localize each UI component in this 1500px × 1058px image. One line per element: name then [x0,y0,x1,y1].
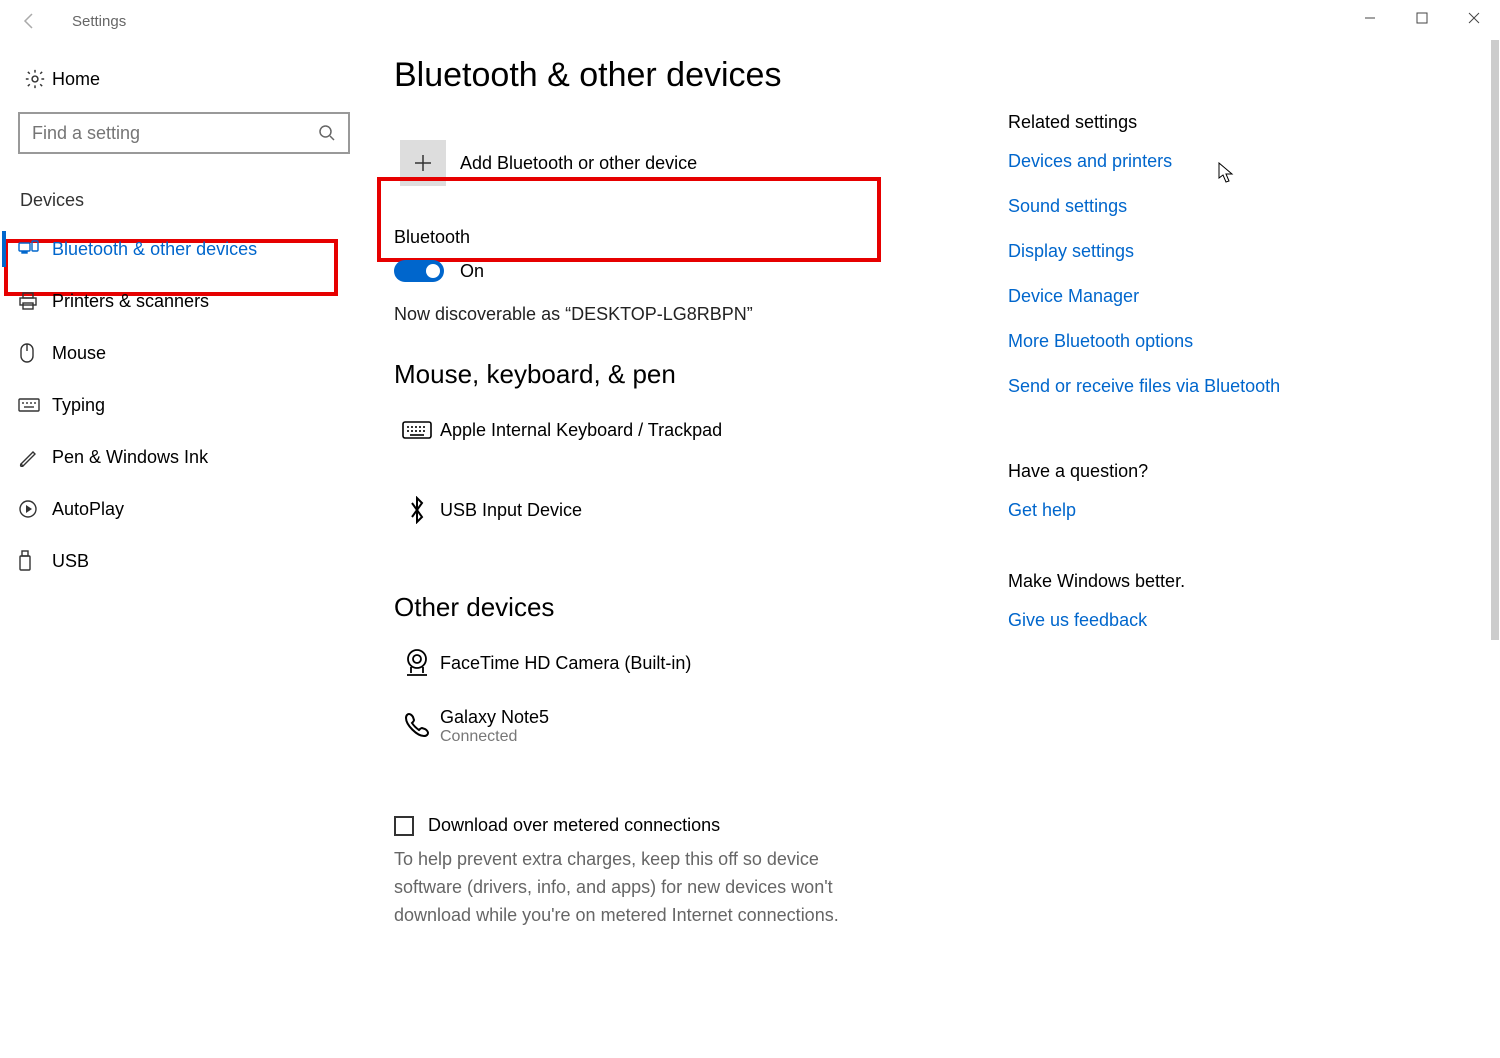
discoverable-text: Now discoverable as “DESKTOP-LG8RBPN” [394,304,954,325]
link-send-receive-bt[interactable]: Send or receive files via Bluetooth [1008,376,1288,397]
section-other-devices: Other devices [394,592,954,623]
link-device-manager[interactable]: Device Manager [1008,286,1288,307]
page-title: Bluetooth & other devices [394,56,954,95]
device-name: Galaxy Note5 [440,707,549,728]
back-button[interactable] [10,12,50,30]
sidebar-item-autoplay[interactable]: AutoPlay [2,483,362,535]
device-name: FaceTime HD Camera (Built-in) [440,653,691,674]
sidebar-item-label: Bluetooth & other devices [52,239,257,260]
related-settings-heading: Related settings [1008,112,1288,133]
device-item[interactable]: Apple Internal Keyboard / Trackpad [394,404,954,456]
sidebar-home[interactable]: Home [2,60,362,98]
window-title: Settings [50,13,126,30]
device-item[interactable]: Galaxy Note5 Connected [394,707,954,759]
question-heading: Have a question? [1008,461,1288,482]
sidebar-item-label: Mouse [52,343,106,364]
sidebar-item-label: AutoPlay [52,499,124,520]
device-item[interactable]: FaceTime HD Camera (Built-in) [394,637,954,689]
mouse-icon [18,342,52,364]
device-name: Apple Internal Keyboard / Trackpad [440,420,722,441]
metered-help-text: To help prevent extra charges, keep this… [394,846,874,930]
improve-heading: Make Windows better. [1008,571,1288,592]
autoplay-icon [18,499,52,519]
main-content: Bluetooth & other devices Add Bluetooth … [394,56,954,930]
sidebar-item-printers[interactable]: Printers & scanners [2,275,362,327]
plus-icon [400,140,446,186]
phone-icon [394,707,440,739]
add-device-button[interactable]: Add Bluetooth or other device [394,125,880,201]
search-icon [318,124,336,142]
minimize-button[interactable] [1344,0,1396,36]
close-button[interactable] [1448,0,1500,36]
link-more-bluetooth[interactable]: More Bluetooth options [1008,331,1288,352]
bluetooth-icon [394,496,440,524]
keyboard-icon [394,419,440,441]
search-field[interactable] [32,123,292,144]
bluetooth-devices-icon [18,239,52,259]
section-mouse-keyboard-pen: Mouse, keyboard, & pen [394,359,954,390]
sidebar-group-label: Devices [2,154,362,223]
metered-checkbox-row[interactable]: Download over metered connections [394,815,954,836]
link-sound-settings[interactable]: Sound settings [1008,196,1288,217]
pen-icon [18,447,52,467]
bluetooth-toggle[interactable] [394,260,444,282]
link-get-help[interactable]: Get help [1008,500,1288,521]
right-panel: Related settings Devices and printers So… [1008,112,1288,655]
bluetooth-heading: Bluetooth [394,227,954,248]
metered-checkbox-label: Download over metered connections [428,815,720,836]
device-status: Connected [440,728,549,746]
scrollbar[interactable] [1491,40,1499,640]
link-devices-printers[interactable]: Devices and printers [1008,151,1288,172]
maximize-button[interactable] [1396,0,1448,36]
sidebar-home-label: Home [52,69,100,90]
device-item[interactable]: USB Input Device [394,484,954,536]
link-feedback[interactable]: Give us feedback [1008,610,1288,631]
sidebar-item-label: USB [52,551,89,572]
device-name: USB Input Device [440,500,582,521]
printer-icon [18,291,52,311]
sidebar-item-label: Pen & Windows Ink [52,447,208,468]
camera-icon [394,647,440,679]
checkbox[interactable] [394,816,414,836]
link-display-settings[interactable]: Display settings [1008,241,1288,262]
sidebar-item-usb[interactable]: USB [2,535,362,587]
sidebar-item-label: Printers & scanners [52,291,209,312]
sidebar-item-typing[interactable]: Typing [2,379,362,431]
search-input[interactable] [18,112,350,154]
usb-icon [18,550,52,572]
gear-icon [18,68,52,90]
titlebar: Settings [0,0,1500,42]
add-device-label: Add Bluetooth or other device [460,153,697,174]
sidebar-item-label: Typing [52,395,105,416]
sidebar-item-pen[interactable]: Pen & Windows Ink [2,431,362,483]
sidebar-item-bluetooth[interactable]: Bluetooth & other devices [2,223,362,275]
keyboard-icon [18,397,52,413]
bluetooth-state-label: On [460,261,484,282]
sidebar: Home Devices Bluetooth & other devices [2,60,362,587]
sidebar-item-mouse[interactable]: Mouse [2,327,362,379]
